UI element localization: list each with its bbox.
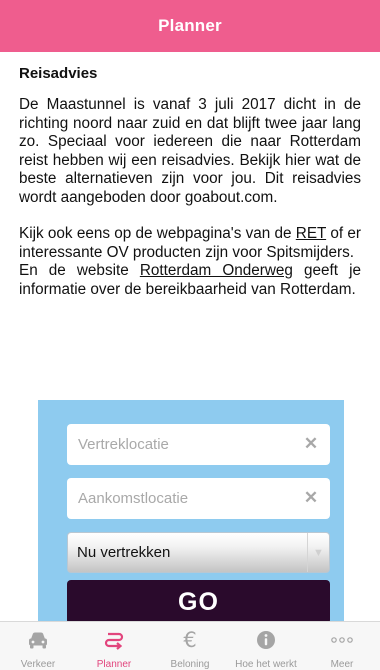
section-heading: Reisadvies (19, 65, 98, 82)
bottom-tab-bar: Verkeer Planner € Beloning Hoe het werkt (0, 621, 380, 670)
header-bar: Planner (0, 0, 380, 52)
arrival-input[interactable] (78, 490, 298, 507)
tab-beloning[interactable]: € Beloning (152, 622, 228, 670)
page-title: Planner (158, 16, 222, 35)
tab-beloning-label: Beloning (170, 659, 210, 670)
onderweg-paragraph: En de website Rotterdam Onderweg geeft j… (19, 262, 361, 299)
intro-paragraph: De Maastunnel is vanaf 3 juli 2017 dicht… (19, 96, 361, 206)
tab-meer[interactable]: Meer (304, 622, 380, 670)
info-icon (256, 630, 276, 650)
departure-time-value: Nu vertrekken (77, 544, 171, 561)
arrival-field[interactable]: ✕ (67, 478, 330, 519)
main-content[interactable]: Reisadvies De Maastunnel is vanaf 3 juli… (0, 52, 380, 622)
departure-field[interactable]: ✕ (67, 424, 330, 465)
tab-planner[interactable]: Planner (76, 622, 152, 670)
tab-hoe-het-werkt-label: Hoe het werkt (235, 659, 297, 670)
tab-verkeer[interactable]: Verkeer (0, 622, 76, 670)
onderweg-paragraph-text-before: En de website (19, 262, 140, 279)
go-button[interactable]: GO (67, 580, 330, 622)
departure-time-select[interactable]: Nu vertrekken ▼ (67, 532, 330, 573)
car-icon (27, 630, 49, 650)
chevron-down-icon: ▼ (307, 533, 329, 572)
euro-icon: € (183, 628, 197, 652)
tab-hoe-het-werkt[interactable]: Hoe het werkt (228, 622, 304, 670)
ret-paragraph: Kijk ook eens op de webpagina's van de R… (19, 225, 361, 262)
tab-meer-label: Meer (330, 659, 354, 670)
rotterdam-onderweg-link[interactable]: Rotterdam Onderweg (140, 262, 293, 279)
ret-paragraph-text-before: Kijk ook eens op de webpagina's van de (19, 225, 296, 242)
departure-input[interactable] (78, 436, 298, 453)
clear-departure-icon[interactable]: ✕ (303, 435, 319, 452)
ret-link[interactable]: RET (296, 225, 326, 242)
go-button-label: GO (178, 587, 219, 616)
route-planner-panel: ✕ ✕ Nu vertrekken ▼ GO (38, 400, 344, 622)
more-dots-icon (331, 630, 353, 650)
route-arrows-icon (104, 630, 124, 650)
tab-verkeer-label: Verkeer (20, 659, 56, 670)
tab-planner-label: Planner (96, 659, 132, 670)
clear-arrival-icon[interactable]: ✕ (303, 489, 319, 506)
